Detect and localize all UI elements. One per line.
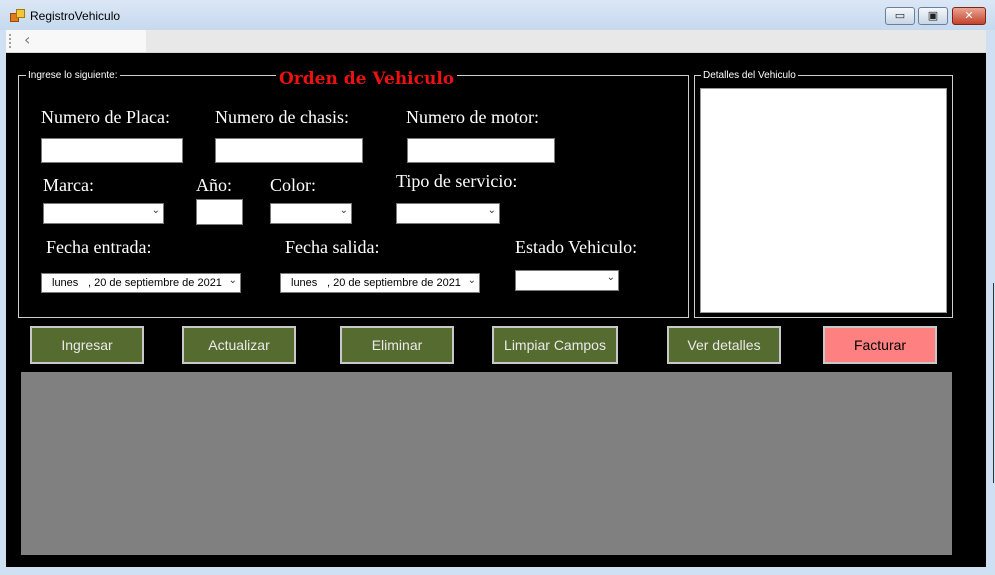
chevron-down-icon: ⌄ <box>487 205 496 216</box>
fecha-salida-day: lunes <box>291 277 318 289</box>
placa-label: Numero de Placa: <box>41 107 170 127</box>
color-select[interactable]: ⌄ <box>270 203 352 224</box>
window-right-border <box>986 53 995 567</box>
maximize-button[interactable]: ▣ <box>918 7 948 25</box>
chevron-down-icon: ⌄ <box>467 275 476 286</box>
anio-label: Año: <box>196 175 232 195</box>
chevron-down-icon: ⌄ <box>606 272 615 283</box>
app-icon <box>10 9 25 22</box>
window-bottom-border <box>0 567 995 575</box>
motor-label: Numero de motor: <box>406 107 539 127</box>
form-client-area: Ingrese lo siguiente: Orden de Vehiculo … <box>6 53 986 567</box>
ingresar-button[interactable]: Ingresar <box>30 326 144 364</box>
placa-input[interactable] <box>41 138 183 163</box>
toolbar-area <box>146 30 986 52</box>
fecha-salida-date: , 20 de septiembre de 2021 <box>327 277 461 289</box>
limpiar-campos-button[interactable]: Limpiar Campos <box>492 326 618 364</box>
chevron-down-icon: ⌄ <box>151 205 160 216</box>
chevron-down-icon: ⌄ <box>228 275 237 286</box>
close-button[interactable]: ✕ <box>952 7 986 25</box>
marca-select[interactable]: ⌄ <box>43 203 164 224</box>
color-label: Color: <box>270 175 317 195</box>
title-bar[interactable]: RegistroVehiculo ▭ ▣ ✕ <box>0 0 995 30</box>
input-group-legend: Ingrese lo siguiente: <box>26 70 120 81</box>
close-icon: ✕ <box>964 9 974 22</box>
window-title: RegistroVehiculo <box>30 9 121 23</box>
chevron-down-icon: ⌄ <box>339 205 348 216</box>
details-textarea[interactable] <box>700 88 947 313</box>
eliminar-button[interactable]: Eliminar <box>340 326 454 364</box>
minimize-button[interactable]: ▭ <box>885 7 915 25</box>
toolbar-grip[interactable] <box>9 34 13 48</box>
application-window: RegistroVehiculo ▭ ▣ ✕ ‹ Ingrese lo sigu… <box>0 0 995 575</box>
ver-detalles-button[interactable]: Ver detalles <box>667 326 781 364</box>
fecha-entrada-date: , 20 de septiembre de 2021 <box>88 277 222 289</box>
back-icon[interactable]: ‹ <box>24 30 30 49</box>
fecha-entrada-label: Fecha entrada: <box>46 237 152 257</box>
facturar-button[interactable]: Facturar <box>823 326 937 364</box>
actualizar-button[interactable]: Actualizar <box>182 326 296 364</box>
anio-input[interactable] <box>196 199 243 225</box>
minimize-icon: ▭ <box>894 9 906 22</box>
tipo-servicio-label: Tipo de servicio: <box>396 171 518 191</box>
estado-label: Estado Vehiculo: <box>515 237 638 257</box>
fecha-salida-picker[interactable]: lunes , 20 de septiembre de 2021 ⌄ <box>280 273 480 293</box>
vehicle-data-grid[interactable] <box>21 372 952 555</box>
estado-select[interactable]: ⌄ <box>515 270 619 291</box>
details-group-legend: Detalles del Vehiculo <box>701 70 798 81</box>
tipo-servicio-select[interactable]: ⌄ <box>396 203 500 224</box>
navigation-toolbar: ‹ <box>6 30 986 53</box>
fecha-entrada-picker[interactable]: lunes , 20 de septiembre de 2021 ⌄ <box>41 273 241 293</box>
order-title: Orden de Vehiculo <box>276 69 458 89</box>
chasis-label: Numero de chasis: <box>215 107 349 127</box>
marca-label: Marca: <box>43 175 94 195</box>
motor-input[interactable] <box>407 138 555 163</box>
fecha-entrada-day: lunes <box>52 277 79 289</box>
fecha-salida-label: Fecha salida: <box>285 237 380 257</box>
maximize-icon: ▣ <box>927 9 939 22</box>
chasis-input[interactable] <box>215 138 363 163</box>
